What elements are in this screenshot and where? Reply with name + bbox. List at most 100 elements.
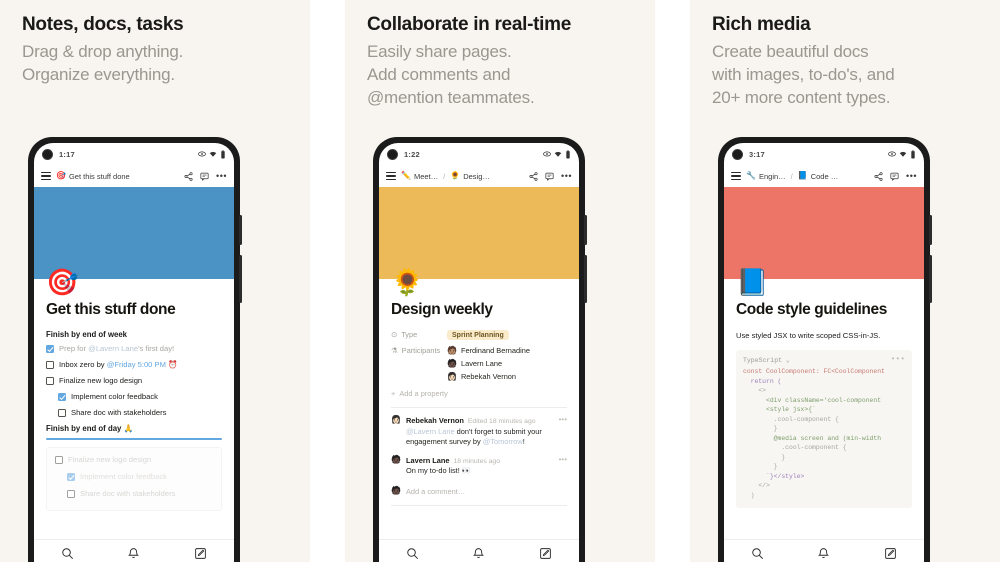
code-line: } — [743, 453, 786, 461]
plus-icon: + — [391, 389, 396, 398]
panel-3-headline: Rich media — [712, 14, 811, 35]
compose-icon[interactable] — [194, 547, 207, 560]
avatar: 👩🏻 — [447, 371, 457, 381]
search-icon[interactable] — [751, 547, 764, 560]
comment-icon[interactable] — [545, 172, 554, 181]
menu-icon[interactable] — [41, 172, 51, 180]
breadcrumb-parent[interactable]: 🔧 Engin… — [746, 172, 786, 181]
status-bar-1: 1:17 — [34, 143, 234, 165]
phone-power-button[interactable] — [584, 215, 587, 245]
app-bar-actions: ••• — [184, 171, 227, 181]
comment-icon[interactable] — [200, 172, 209, 181]
status-badge[interactable]: Sprint Planning — [447, 330, 509, 340]
search-icon[interactable] — [406, 547, 419, 560]
phone-volume-button[interactable] — [584, 255, 587, 303]
list-item[interactable]: 👩🏻 Rebekah Vernon — [447, 372, 530, 381]
more-options-icon[interactable]: ••• — [906, 171, 917, 181]
phone-volume-button[interactable] — [929, 255, 932, 303]
list-item[interactable]: 🧑🏽 Ferdinand Bernadine — [447, 346, 530, 355]
phone-mockup-1: 1:17 🎯 Get this stuff done ••• 🎯 Get thi… — [28, 137, 242, 562]
share-icon[interactable] — [529, 171, 538, 181]
dragged-card[interactable]: Finalize new logo design Implement color… — [46, 447, 222, 511]
comment-more-icon[interactable]: ••• — [559, 455, 567, 477]
todo-item[interactable]: Finalize new logo design — [55, 455, 213, 464]
breadcrumb[interactable]: 🎯 Get this stuff done — [56, 172, 130, 181]
type-icon: ⊙ — [391, 330, 398, 339]
feature-panel-2: Collaborate in real-time Easily share pa… — [345, 0, 655, 562]
code-line: <div className='cool-component — [743, 396, 882, 404]
comment-author: Rebekah Vernon — [405, 416, 464, 425]
panel-3-headline-block: Rich media Create beautiful docs with im… — [690, 0, 1000, 109]
todo-item[interactable]: Inbox zero by @Friday 5:00 PM ⏰ — [46, 360, 222, 369]
menu-icon[interactable] — [731, 172, 741, 180]
property-row-type[interactable]: ⊙ Type Sprint Planning — [391, 330, 567, 340]
page-title[interactable]: Design weekly — [391, 301, 567, 319]
status-bar-3: 3:17 — [724, 143, 924, 165]
page-title[interactable]: Get this stuff done — [46, 301, 222, 319]
breadcrumb-current[interactable]: 🌻 Desig… — [450, 172, 490, 181]
bell-icon[interactable] — [127, 547, 140, 560]
add-property-label: Add a property — [399, 389, 448, 398]
checkbox-checked-icon[interactable] — [46, 344, 54, 353]
avatar: 🧑🏿 — [391, 454, 401, 464]
more-options-icon[interactable]: ••• — [561, 171, 572, 181]
phone-volume-button[interactable] — [239, 255, 242, 303]
comment-icon[interactable] — [890, 172, 899, 181]
wifi-icon — [899, 151, 907, 157]
code-line: <style jsx>{` — [743, 406, 816, 413]
participant-name: Lavern Lane — [460, 359, 503, 368]
phone-power-button[interactable] — [929, 215, 932, 245]
avatar: 🧑🏽 — [447, 345, 457, 355]
todo-item[interactable]: Implement color feedback — [58, 392, 222, 401]
more-options-icon[interactable]: ••• — [216, 171, 227, 181]
code-language-select[interactable]: TypeScript ⌄ — [743, 356, 790, 364]
comment-item: 🧑🏿 Lavern Lane 18 minutes ago On my to-d… — [391, 454, 567, 477]
status-system-icons — [543, 149, 571, 159]
checkbox-checked-icon[interactable] — [67, 472, 75, 481]
add-comment-input[interactable]: 🧑🏿 Add a comment… — [391, 487, 567, 496]
property-row-participants[interactable]: ⚗ Participants 🧑🏽 Ferdinand Bernadine 🧑🏿… — [391, 346, 567, 381]
status-clock: 1:17 — [59, 149, 75, 159]
checkbox-icon[interactable] — [55, 455, 63, 464]
todo-item[interactable]: Finalize new logo design — [46, 376, 222, 385]
phone-power-button[interactable] — [239, 215, 242, 245]
code-block[interactable]: TypeScript ⌄ ••• const CoolComponent: FC… — [736, 350, 912, 508]
breadcrumb-parent[interactable]: ✏️ Meet… — [401, 172, 438, 181]
checkbox-checked-icon[interactable] — [58, 392, 66, 401]
share-icon[interactable] — [184, 171, 193, 181]
list-item[interactable]: 🧑🏿 Lavern Lane — [447, 359, 530, 368]
menu-icon[interactable] — [386, 172, 396, 180]
add-property-button[interactable]: + Add a property — [391, 389, 567, 398]
comment-timestamp: 18 minutes ago — [453, 457, 500, 465]
share-icon[interactable] — [874, 171, 883, 181]
panel-1-subline: Drag & drop anything. Organize everythin… — [22, 42, 184, 84]
checkbox-icon[interactable] — [46, 360, 54, 369]
todo-label: Prep for @Lavern Lane's first day! — [59, 344, 175, 353]
compose-icon[interactable] — [539, 547, 552, 560]
comment-body: Rebekah Vernon Edited 18 minutes ago @La… — [406, 416, 554, 448]
code-line: return ( — [743, 377, 782, 385]
page-title[interactable]: Code style guidelines — [736, 301, 912, 319]
bell-icon[interactable] — [472, 547, 485, 560]
code-more-icon[interactable]: ••• — [891, 356, 905, 364]
breadcrumb-current[interactable]: 📘 Code … — [798, 172, 838, 181]
bell-icon[interactable] — [817, 547, 830, 560]
checkbox-icon[interactable] — [58, 408, 66, 417]
todo-item[interactable]: Implement color feedback — [67, 472, 213, 481]
checkbox-icon[interactable] — [46, 376, 54, 385]
comment-more-icon[interactable]: ••• — [559, 416, 567, 448]
todo-item[interactable]: Share doc with stakeholders — [58, 408, 222, 417]
phone-screen-1: 1:17 🎯 Get this stuff done ••• 🎯 Get thi… — [34, 143, 234, 562]
compose-icon[interactable] — [884, 547, 897, 560]
comment-author: Lavern Lane — [405, 455, 450, 465]
phone-mockup-2: 1:22 ✏️ Meet… / 🌻 Desig… ••• 🌻 Design we… — [373, 137, 587, 562]
page-body-1: Get this stuff done Finish by end of wee… — [34, 279, 234, 511]
status-clock: 1:22 — [404, 149, 420, 159]
todo-item[interactable]: Prep for @Lavern Lane's first day! — [46, 344, 222, 353]
checkbox-icon[interactable] — [67, 489, 75, 498]
todo-item[interactable]: Share doc with stakeholders — [67, 489, 213, 498]
search-icon[interactable] — [61, 547, 74, 560]
phone-mockup-3: 3:17 🔧 Engin… / 📘 Code … ••• 📘 Code styl… — [718, 137, 932, 562]
panel-3-subline: Create beautiful docs with images, to-do… — [712, 42, 895, 107]
page-body-2: Design weekly ⊙ Type Sprint Planning ⚗ P… — [379, 279, 579, 506]
